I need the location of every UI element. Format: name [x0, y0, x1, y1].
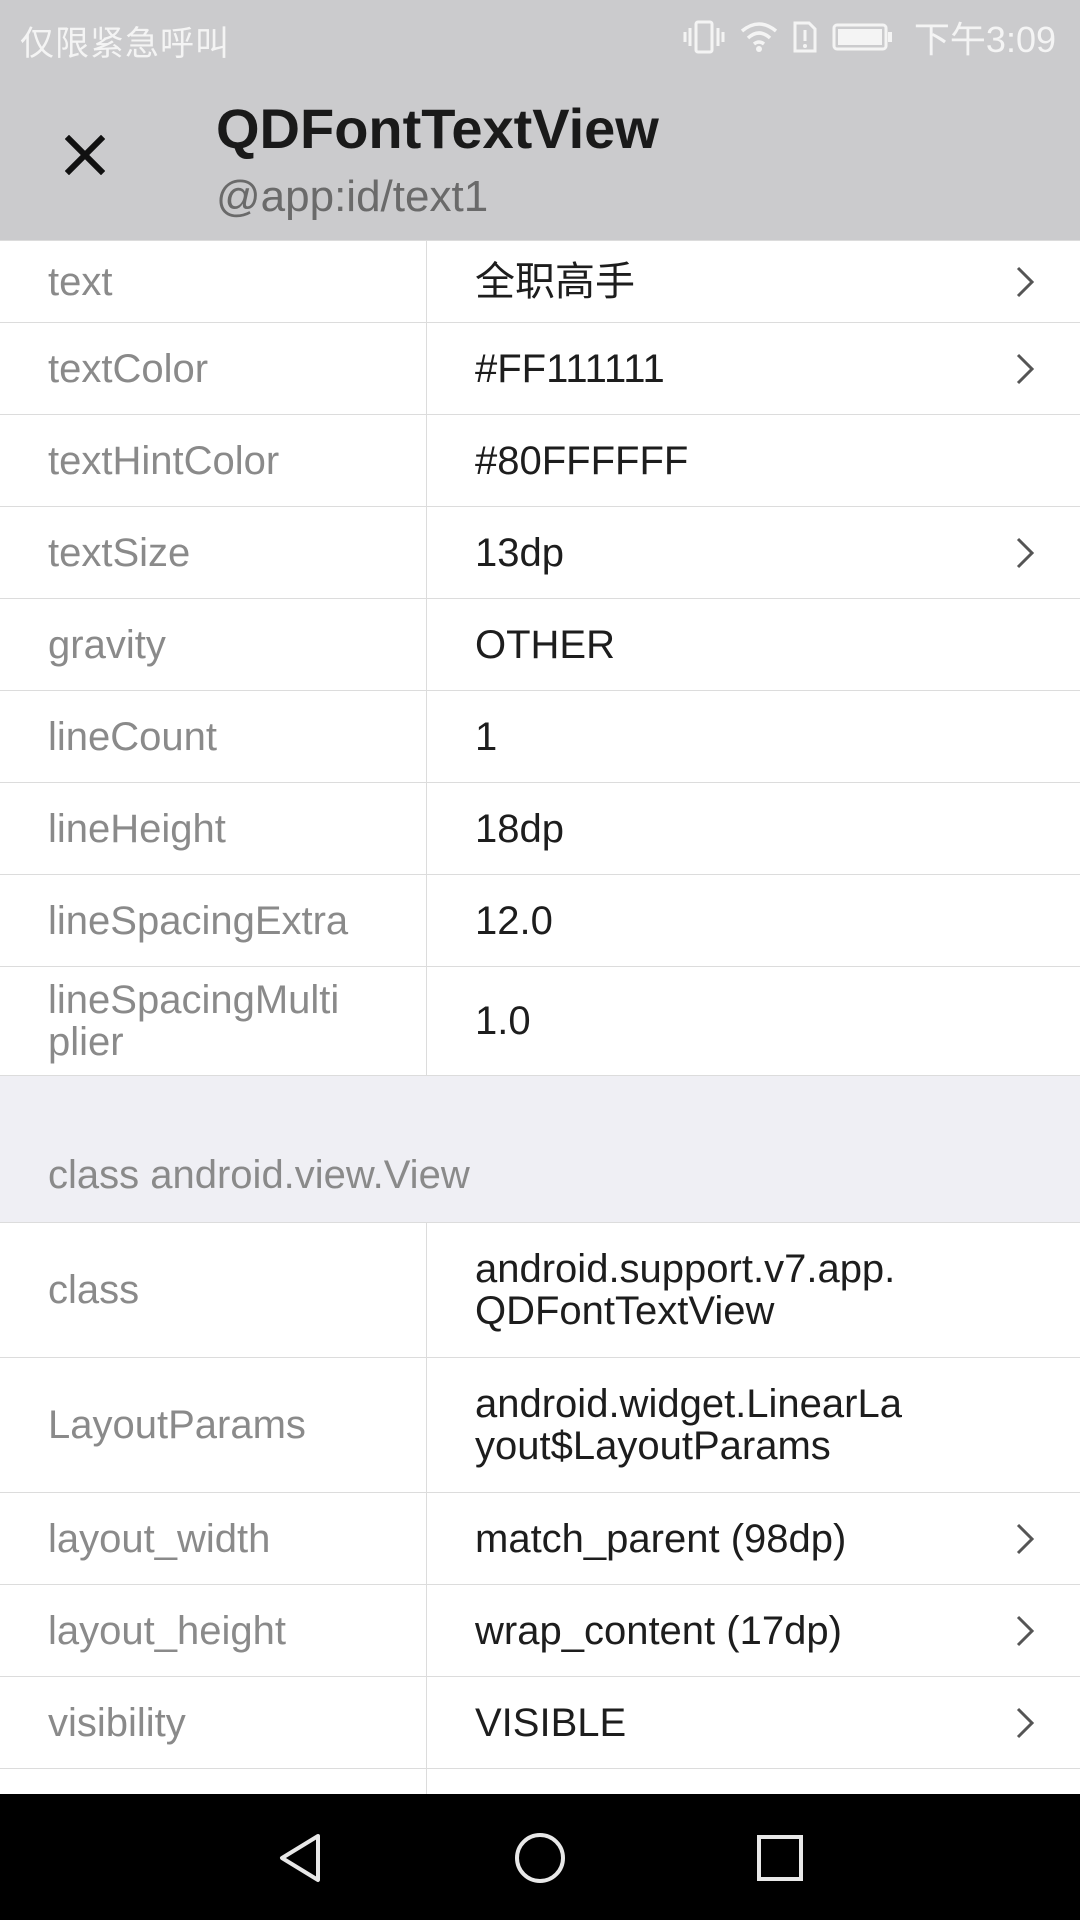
- toolbar: QDFontTextView @app:id/text1: [0, 76, 1080, 240]
- attr-key: text: [0, 241, 427, 322]
- attr-value-line1: android.widget.LinearLa: [475, 1382, 902, 1426]
- section-header: class android.view.View: [0, 1076, 1080, 1222]
- attr-row-text[interactable]: text 全职高手: [0, 241, 1080, 323]
- attr-key: textHintColor: [0, 415, 427, 506]
- chevron-right-icon: [1016, 537, 1035, 568]
- view-attributes: class android.support.v7.app. QDFontText…: [0, 1222, 1080, 1794]
- attr-value: OTHER: [475, 622, 615, 667]
- attr-row-gravity: gravity OTHER: [0, 599, 1080, 691]
- text-attributes: text 全职高手 textColor #FF111111 textHintCo…: [0, 240, 1080, 1076]
- back-triangle-icon[interactable]: [272, 1830, 328, 1886]
- attr-key: lineSpacingExtra: [0, 875, 427, 966]
- attr-key: class: [0, 1223, 427, 1357]
- attr-value: 1.0: [475, 999, 531, 1043]
- attr-key: lineSpacingMulti plier: [0, 967, 427, 1075]
- attr-row-textsize[interactable]: textSize 13dp: [0, 507, 1080, 599]
- attribute-list[interactable]: text 全职高手 textColor #FF111111 textHintCo…: [0, 240, 1080, 1794]
- attr-value: 13dp: [475, 530, 564, 575]
- status-bar: 仅限紧急呼叫 下午3:09: [0, 0, 1080, 76]
- attr-value: match_parent (98dp): [475, 1516, 847, 1561]
- attr-value: 1: [475, 714, 498, 759]
- clock: 下午3:09: [913, 19, 1056, 60]
- attr-value: wrap_content (17dp): [475, 1608, 842, 1653]
- recents-square-icon[interactable]: [752, 1830, 808, 1886]
- chevron-right-icon: [1016, 266, 1035, 297]
- chevron-right-icon: [1016, 1523, 1035, 1554]
- attr-row-layoutparams: LayoutParams android.widget.LinearLa you…: [0, 1358, 1080, 1493]
- attr-key: lineHeight: [0, 783, 427, 874]
- attr-row-layout-width[interactable]: layout_width match_parent (98dp): [0, 1493, 1080, 1585]
- wifi-icon: [740, 22, 778, 52]
- vibrate-icon: [683, 20, 725, 54]
- attr-row-visibility[interactable]: visibility VISIBLE: [0, 1677, 1080, 1769]
- close-button[interactable]: [50, 120, 120, 190]
- attr-key: LayoutParams: [0, 1358, 427, 1492]
- attr-key: lineCount: [0, 691, 427, 782]
- sim-alert-icon: [793, 21, 817, 53]
- attr-key: gravity: [0, 599, 427, 690]
- attr-value: [427, 1769, 1080, 1794]
- attr-row-linespacingmultiplier: lineSpacingMulti plier 1.0: [0, 967, 1080, 1076]
- close-icon: [65, 135, 105, 175]
- chevron-right-icon: [1016, 353, 1035, 384]
- attr-value: 12.0: [475, 898, 553, 943]
- battery-icon: [832, 23, 892, 51]
- view-id: @app:id/text1: [216, 172, 489, 221]
- attr-row-linecount: lineCount 1: [0, 691, 1080, 783]
- section-title: class android.view.View: [48, 1153, 470, 1197]
- attr-value: VISIBLE: [475, 1700, 627, 1745]
- attr-key: visibility: [0, 1677, 427, 1768]
- attr-row-class: class android.support.v7.app. QDFontText…: [0, 1223, 1080, 1358]
- attr-value-line1: android.support.v7.app.: [475, 1247, 896, 1291]
- attr-key-line2: plier: [48, 1020, 124, 1064]
- attr-key-line1: lineSpacingMulti: [48, 978, 340, 1022]
- home-circle-icon[interactable]: [512, 1830, 568, 1886]
- attr-row-texthintcolor: textHintColor #80FFFFFF: [0, 415, 1080, 507]
- attr-row-lineheight: lineHeight 18dp: [0, 783, 1080, 875]
- attr-value-line2: yout$LayoutParams: [475, 1424, 831, 1468]
- attr-row-textcolor[interactable]: textColor #FF111111: [0, 323, 1080, 415]
- carrier-text: 仅限紧急呼叫: [20, 25, 230, 63]
- attr-key: [0, 1769, 427, 1794]
- page-title: QDFontTextView: [216, 97, 659, 160]
- attr-key: layout_width: [0, 1493, 427, 1584]
- attr-value: #FF111111: [475, 346, 665, 391]
- attr-row-linespacingextra: lineSpacingExtra 12.0: [0, 875, 1080, 967]
- attr-value: #80FFFFFF: [475, 438, 689, 483]
- chevron-right-icon: [1016, 1707, 1035, 1738]
- chevron-right-icon: [1016, 1615, 1035, 1646]
- status-icons: 下午3:09: [682, 14, 1056, 60]
- attr-key: textSize: [0, 507, 427, 598]
- attr-value: 全职高手: [475, 259, 635, 304]
- attr-row-partial: [0, 1769, 1080, 1794]
- attr-row-layout-height[interactable]: layout_height wrap_content (17dp): [0, 1585, 1080, 1677]
- navigation-bar: [0, 1794, 1080, 1920]
- attr-key: layout_height: [0, 1585, 427, 1676]
- attr-key: textColor: [0, 323, 427, 414]
- attr-value-line2: QDFontTextView: [475, 1289, 775, 1333]
- attr-value: 18dp: [475, 806, 564, 851]
